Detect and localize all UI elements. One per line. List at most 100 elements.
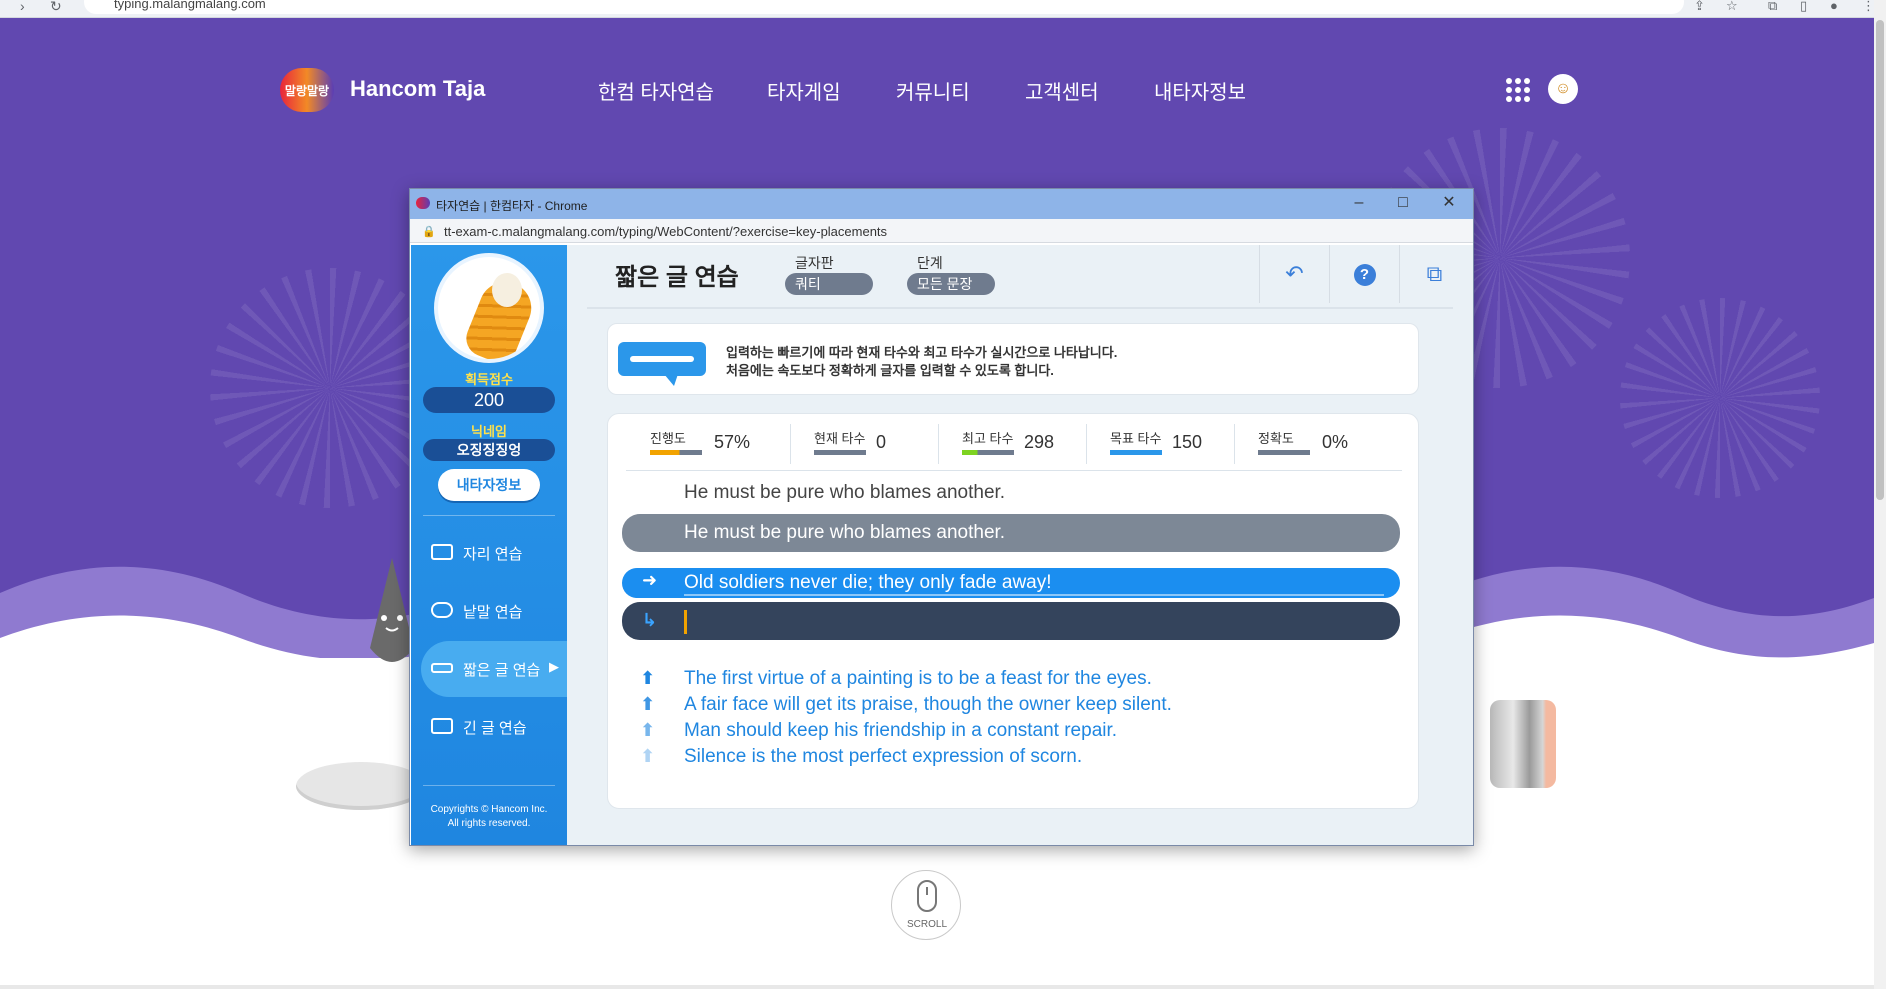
stat-divider <box>1234 424 1235 464</box>
level-label: 단계 <box>917 255 943 271</box>
keyboard-icon <box>431 544 453 560</box>
close-icon[interactable]: ✕ <box>1429 192 1469 216</box>
stat-label: 최고 타수 <box>962 431 1014 446</box>
typed-sentence-row: He must be pure who blames another. <box>622 514 1400 552</box>
popup-url[interactable]: tt-exam-c.malangmalang.com/typing/WebCon… <box>444 224 887 239</box>
upcoming-sentence: Man should keep his friendship in a cons… <box>684 720 1118 741</box>
maximize-icon[interactable]: □ <box>1383 192 1423 216</box>
nav-typing-game[interactable]: 타자게임 <box>767 76 841 105</box>
arrow-up-icon: ⬆ <box>640 746 656 766</box>
stat-accuracy: 정확도 0% <box>1258 428 1358 462</box>
stat-bar <box>1258 450 1310 455</box>
mouse-icon <box>917 880 937 912</box>
enter-arrow-icon: ↳ <box>642 610 658 630</box>
arrow-right-icon: ➜ <box>642 570 658 590</box>
stats-divider <box>626 470 1402 471</box>
page-scrollbar[interactable] <box>1874 0 1886 989</box>
stat-divider <box>1086 424 1087 464</box>
minimize-icon[interactable]: – <box>1339 192 1379 216</box>
notice-box: 입력하는 빠르기에 따라 현재 타수와 최고 타수가 실시간으로 나타납니다. … <box>607 323 1419 395</box>
extensions-icon[interactable]: ⧉ <box>1768 0 1777 14</box>
scroll-hint[interactable]: SCROLL <box>891 870 961 940</box>
sidebar-item-long-text-practice[interactable]: 긴 글 연습 <box>421 699 567 755</box>
eraser-decoration <box>1490 700 1556 788</box>
stat-bar <box>962 450 1014 455</box>
page-title: 짧은 글 연습 <box>615 264 739 291</box>
typing-popup-window: 타자연습 | 한컴타자 - Chrome – □ ✕ 🔒 tt-exam-c.m… <box>409 188 1474 846</box>
popup-address-bar[interactable]: 🔒 tt-exam-c.malangmalang.com/typing/WebC… <box>410 219 1473 243</box>
reload-icon[interactable]: ↻ <box>50 0 62 15</box>
stat-divider <box>938 424 939 464</box>
page-bottom-divider <box>0 985 1874 989</box>
nav-my-typing-info[interactable]: 내타자정보 <box>1154 76 1246 105</box>
sidebar: 획득점수 200 닉네임 오징징징엉 내타자정보 자리 연습 낱말 연습 짧은 … <box>411 245 567 845</box>
scrollbar-thumb[interactable] <box>1876 20 1884 500</box>
apps-grid-icon[interactable] <box>1506 78 1530 102</box>
stat-label: 목표 타수 <box>1110 431 1162 446</box>
typing-input-field[interactable]: ↳ <box>622 602 1400 640</box>
nav-community[interactable]: 커뮤니티 <box>896 76 970 105</box>
arrow-up-icon: ⬆ <box>640 694 656 714</box>
level-select[interactable]: 모든 문장 <box>907 273 995 295</box>
upcoming-sentence: The first virtue of a painting is to be … <box>684 668 1152 689</box>
copyright: Copyrights © Hancom Inc. All rights rese… <box>411 803 567 831</box>
stat-label: 정확도 <box>1258 431 1294 446</box>
upcoming-sentence: A fair face will get its praise, though … <box>684 694 1172 715</box>
stat-label: 현재 타수 <box>814 431 866 446</box>
scroll-label: SCROLL <box>906 919 947 930</box>
arrow-up-icon: ⬆ <box>640 720 656 740</box>
score-value: 200 <box>423 387 555 413</box>
practice-panel: 진행도 57% 현재 타수 0 최고 타수 298 목표 타수 150 정확도 … <box>607 413 1419 809</box>
bookmark-star-icon[interactable]: ☆ <box>1726 0 1738 14</box>
forward-icon[interactable]: › <box>20 0 25 14</box>
text-caret <box>684 610 687 634</box>
nickname-value: 오징징징엉 <box>423 439 555 461</box>
copyright-line: All rights reserved. <box>447 818 531 829</box>
lock-icon: 🔒 <box>422 226 436 238</box>
user-avatar-icon[interactable]: ☺ <box>1548 74 1578 104</box>
browser-toolbar: › ↻ typing.malangmalang.com ⇪ ☆ ⧉ ▯ ● ⋮ <box>0 0 1886 18</box>
copyright-line: Copyrights © Hancom Inc. <box>430 804 548 815</box>
typed-sentence: He must be pure who blames another. <box>684 522 1006 543</box>
sidepanel-icon[interactable]: ▯ <box>1800 0 1807 14</box>
sidebar-divider <box>423 785 555 786</box>
stat-current-speed: 현재 타수 0 <box>814 428 914 462</box>
stat-label: 진행도 <box>650 431 686 446</box>
logo-text[interactable]: Hancom Taja <box>350 76 485 102</box>
upcoming-sentence: Silence is the most perfect expression o… <box>684 746 1083 767</box>
help-icon[interactable]: ? <box>1329 245 1399 303</box>
arrow-up-icon: ⬆ <box>640 668 656 688</box>
nav-typing-practice[interactable]: 한컴 타자연습 <box>598 76 714 105</box>
sidebar-item-label: 낱말 연습 <box>463 604 523 621</box>
favicon-icon <box>416 197 430 209</box>
popup-titlebar[interactable]: 타자연습 | 한컴타자 - Chrome – □ ✕ <box>410 189 1473 219</box>
notice-line: 처음에는 속도보다 정확하게 글자를 입력할 수 있도록 합니다. <box>726 363 1054 378</box>
stat-divider <box>790 424 791 464</box>
keyboard-layout-select[interactable]: 쿼티 <box>785 273 873 295</box>
avatar <box>434 253 544 363</box>
share-icon[interactable]: ⇪ <box>1694 0 1705 14</box>
my-typing-info-button[interactable]: 내타자정보 <box>438 469 540 501</box>
header-divider <box>587 307 1453 309</box>
stat-value: 150 <box>1172 432 1203 452</box>
popout-icon[interactable]: ⧉ <box>1399 245 1469 303</box>
stat-bar <box>650 450 702 455</box>
sidebar-item-label: 긴 글 연습 <box>463 720 527 737</box>
short-text-icon <box>431 663 453 673</box>
browser-address-bar[interactable] <box>84 0 1684 14</box>
browser-url[interactable]: typing.malangmalang.com <box>114 0 266 11</box>
sidebar-item-label: 짧은 글 연습 <box>463 662 541 679</box>
sidebar-item-word-practice[interactable]: 낱말 연습 <box>421 583 567 639</box>
profile-icon[interactable]: ● <box>1830 0 1838 13</box>
notice-line: 입력하는 빠르기에 따라 현재 타수와 최고 타수가 실시간으로 나타납니다. <box>726 345 1118 360</box>
stat-target-speed: 목표 타수 150 <box>1110 428 1210 462</box>
score-label: 획득점수 <box>465 372 513 387</box>
sidebar-item-key-practice[interactable]: 자리 연습 <box>421 525 567 581</box>
speech-bubble-icon <box>431 602 453 618</box>
sidebar-item-short-text-practice[interactable]: 짧은 글 연습 ▶ <box>421 641 567 697</box>
nav-customer-center[interactable]: 고객센터 <box>1025 76 1099 105</box>
undo-icon[interactable]: ↶ <box>1259 245 1329 303</box>
stat-value: 0 <box>876 432 887 452</box>
logo-badge[interactable]: 말랑말랑 <box>280 68 334 112</box>
keyboard-layout-label: 글자판 <box>795 255 834 271</box>
